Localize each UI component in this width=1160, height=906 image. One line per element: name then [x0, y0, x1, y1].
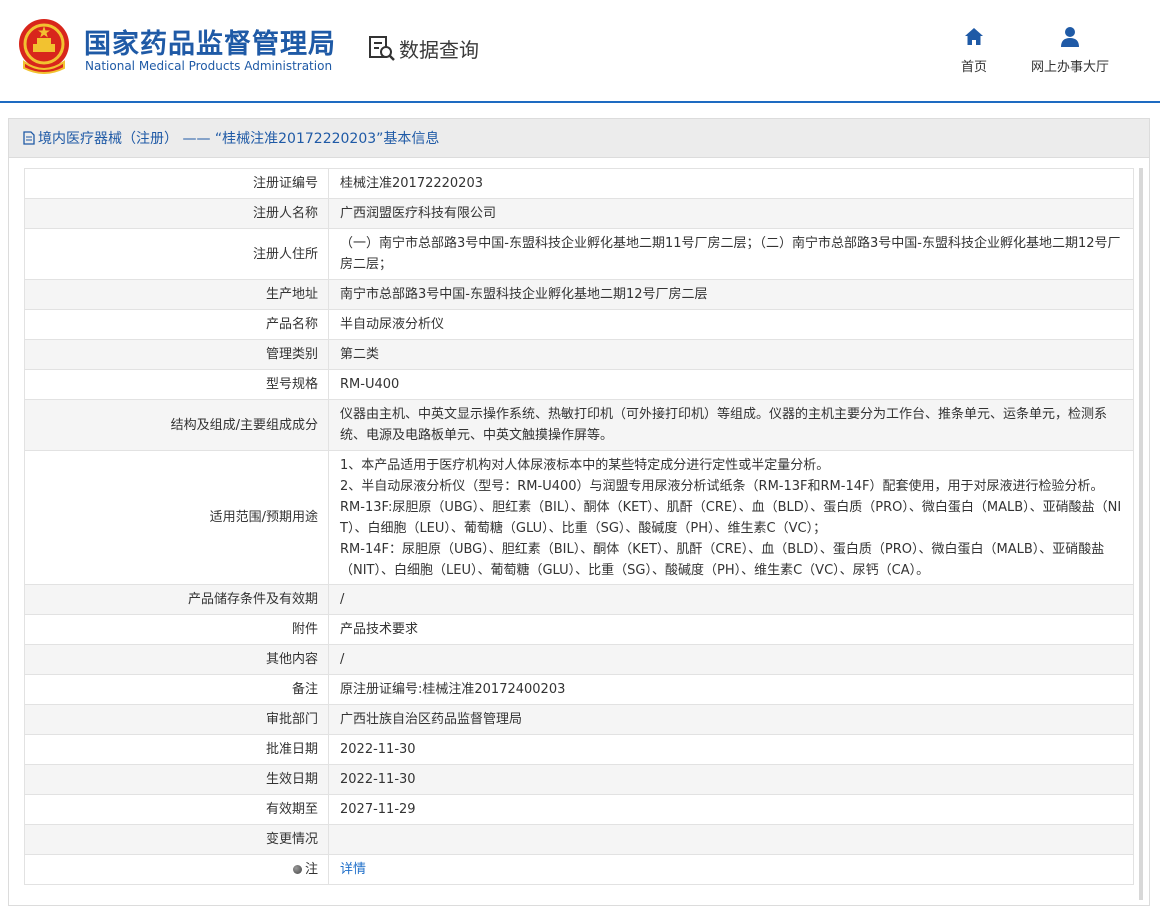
- table-row: 生产地址 南宁市总部路3号中国-东盟科技企业孵化基地二期12号厂房二层: [24, 279, 1134, 310]
- table-row: 有效期至 2027-11-29: [24, 794, 1134, 825]
- row-key: 备注: [24, 674, 329, 705]
- row-key: 管理类别: [24, 339, 329, 370]
- row-value: 2022-11-30: [328, 764, 1134, 795]
- intended-use-line: 1、本产品适用于医疗机构对人体尿液标本中的某些特定成分进行定性或半定量分析。: [340, 457, 830, 473]
- row-key: 产品名称: [24, 309, 329, 340]
- intended-use-line: RM-14F：尿胆原（UBG）、胆红素（BIL）、酮体（KET）、肌酐（CRE）…: [340, 541, 1105, 578]
- row-key: 注册证编号: [24, 168, 329, 199]
- table-row: 附件 产品技术要求: [24, 614, 1134, 645]
- table-row: 注册人住所 （一）南宁市总部路3号中国-东盟科技企业孵化基地二期11号厂房二层；…: [24, 228, 1134, 280]
- agency-name-cn: 国家药品监督管理局: [84, 29, 336, 60]
- row-value: 2027-11-29: [328, 794, 1134, 825]
- data-query-label: 数据查询: [399, 37, 479, 62]
- note-key-cell: 注: [24, 854, 329, 885]
- table-row: 备注 原注册证编号:桂械注准20172400203: [24, 674, 1134, 705]
- table-row: 其他内容 /: [24, 644, 1134, 675]
- data-query-title: 数据查询: [367, 32, 479, 64]
- table-row: 变更情况: [24, 824, 1134, 855]
- row-key: 结构及组成/主要组成成分: [24, 399, 329, 451]
- table-row: 注册证编号 桂械注准20172220203: [24, 168, 1134, 199]
- nav-online-hall[interactable]: 网上办事大厅: [1022, 26, 1118, 75]
- row-key: 适用范围/预期用途: [24, 450, 329, 585]
- row-key: 生效日期: [24, 764, 329, 795]
- site-header: 国家药品监督管理局 National Medical Products Admi…: [0, 0, 1160, 101]
- row-value: 2022-11-30: [328, 734, 1134, 765]
- home-icon: [965, 28, 983, 45]
- row-key: 其他内容: [24, 644, 329, 675]
- row-value: 第二类: [328, 339, 1134, 370]
- national-emblem-icon: [19, 19, 69, 74]
- row-value: 半自动尿液分析仪: [328, 309, 1134, 340]
- row-value: 桂械注准20172220203: [328, 168, 1134, 199]
- agency-name-en: National Medical Products Administration: [85, 59, 333, 73]
- row-key: 注: [304, 862, 318, 877]
- row-value: 广西润盟医疗科技有限公司: [328, 198, 1134, 229]
- row-key: 注册人住所: [24, 228, 329, 280]
- panel-title: 境内医疗器械（注册） —— “桂械注准20172220203”基本信息: [38, 131, 440, 147]
- note-value-cell: 详情: [328, 854, 1134, 885]
- row-value: 南宁市总部路3号中国-东盟科技企业孵化基地二期12号厂房二层: [328, 279, 1134, 310]
- table-row: 结构及组成/主要组成成分 仪器由主机、中英文显示操作系统、热敏打印机（可外接打印…: [24, 399, 1134, 451]
- nav-home-label: 首页: [960, 60, 987, 75]
- table-row: 注册人名称 广西润盟医疗科技有限公司: [24, 198, 1134, 229]
- search-document-icon: [369, 36, 395, 61]
- detail-panel: 境内医疗器械（注册） —— “桂械注准20172220203”基本信息 注册证编…: [8, 118, 1150, 906]
- table-row: 生效日期 2022-11-30: [24, 764, 1134, 795]
- nav-home[interactable]: 首页: [952, 26, 996, 75]
- details-link[interactable]: 详情: [340, 862, 366, 877]
- table-row: 产品名称 半自动尿液分析仪: [24, 309, 1134, 340]
- table-row: 型号规格 RM-U400: [24, 369, 1134, 400]
- row-key: 注册人名称: [24, 198, 329, 229]
- nav-online-hall-label: 网上办事大厅: [1030, 60, 1109, 75]
- table-row: 产品储存条件及有效期 /: [24, 584, 1134, 615]
- table-row: 适用范围/预期用途 1、本产品适用于医疗机构对人体尿液标本中的某些特定成分进行定…: [24, 450, 1134, 585]
- row-key: 型号规格: [24, 369, 329, 400]
- row-value: /: [328, 644, 1134, 675]
- bullet-icon: [292, 865, 302, 874]
- row-value: 原注册证编号:桂械注准20172400203: [328, 674, 1134, 705]
- row-key: 生产地址: [24, 279, 329, 310]
- row-value: 广西壮族自治区药品监督管理局: [328, 704, 1134, 735]
- header-divider: [0, 101, 1160, 103]
- row-value: 产品技术要求: [328, 614, 1134, 645]
- user-icon: [1061, 27, 1079, 47]
- table-row: 审批部门 广西壮族自治区药品监督管理局: [24, 704, 1134, 735]
- row-key: 审批部门: [24, 704, 329, 735]
- intended-use-value: 1、本产品适用于医疗机构对人体尿液标本中的某些特定成分进行定性或半定量分析。 2…: [328, 450, 1134, 585]
- row-key: 批准日期: [24, 734, 329, 765]
- info-table: 注册证编号 桂械注准20172220203 注册人名称 广西润盟医疗科技有限公司…: [24, 168, 1134, 885]
- intended-use-line: 2、半自动尿液分析仪（型号：RM-U400）与润盟专用尿液分析试纸条（RM-13…: [340, 478, 1104, 494]
- row-key: 产品储存条件及有效期: [24, 584, 329, 615]
- row-key: 有效期至: [24, 794, 329, 825]
- row-value: [328, 824, 1134, 855]
- table-row: 管理类别 第二类: [24, 339, 1134, 370]
- document-icon: [23, 131, 35, 145]
- table-row: 批准日期 2022-11-30: [24, 734, 1134, 765]
- scrollbar[interactable]: [1139, 168, 1143, 900]
- row-value: 仪器由主机、中英文显示操作系统、热敏打印机（可外接打印机）等组成。仪器的主机主要…: [328, 399, 1134, 451]
- row-key: 变更情况: [24, 824, 329, 855]
- intended-use-line: RM-13F:尿胆原（UBG）、胆红素（BIL）、酮体（KET）、肌酐（CRE）…: [340, 499, 1122, 536]
- panel-header: 境内医疗器械（注册） —— “桂械注准20172220203”基本信息: [9, 119, 1149, 158]
- row-key: 附件: [24, 614, 329, 645]
- row-value: （一）南宁市总部路3号中国-东盟科技企业孵化基地二期11号厂房二层；（二）南宁市…: [328, 228, 1134, 280]
- table-row: 注 详情: [24, 854, 1134, 885]
- row-value: RM-U400: [328, 369, 1134, 400]
- row-value: /: [328, 584, 1134, 615]
